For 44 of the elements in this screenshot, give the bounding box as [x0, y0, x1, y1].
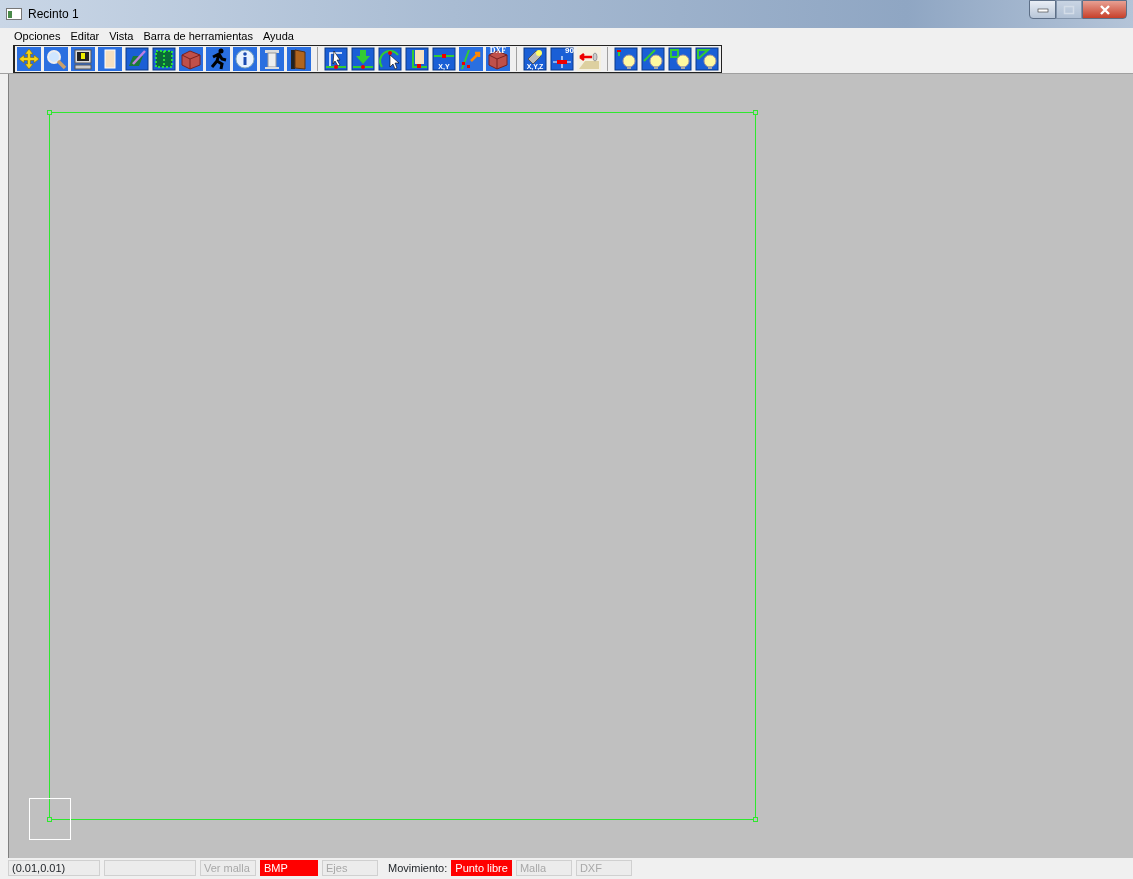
status-field: DXF — [575, 860, 632, 876]
menu-item[interactable]: Editar — [65, 28, 105, 44]
status-field: Punto libre — [451, 860, 512, 876]
minimize-icon — [1036, 6, 1049, 13]
door-icon[interactable] — [287, 46, 311, 71]
page-icon[interactable] — [98, 46, 122, 71]
menu-item[interactable]: Ayuda — [257, 28, 299, 44]
origin-marker — [29, 798, 71, 840]
minimize-button[interactable] — [1029, 0, 1056, 19]
grid-icon[interactable] — [152, 46, 176, 71]
menu-item[interactable]: Barra de herramientas — [138, 28, 258, 44]
column-icon[interactable] — [260, 46, 284, 71]
close-icon — [1098, 4, 1111, 15]
status-field: (0.01,0.01) — [8, 860, 100, 876]
info-icon[interactable] — [233, 46, 257, 71]
arrow-icon[interactable] — [577, 46, 601, 71]
bulb-icon[interactable] — [641, 46, 665, 71]
wall-icon[interactable] — [405, 46, 429, 71]
transform-icon[interactable] — [459, 46, 483, 71]
brick-icon[interactable]: DXF — [486, 46, 510, 71]
menu-item[interactable]: Opciones — [9, 28, 66, 44]
menu-item[interactable]: Vista — [104, 28, 139, 44]
status-field: BMP — [260, 860, 318, 876]
close-button[interactable] — [1082, 0, 1127, 19]
bulb-icon[interactable] — [668, 46, 692, 71]
pointer-icon[interactable] — [324, 46, 348, 71]
status-field: Ejes — [322, 860, 378, 876]
status-field: Ver malla — [200, 860, 256, 876]
brick-icon[interactable] — [179, 46, 203, 71]
rotate-icon[interactable]: 90 — [550, 46, 574, 71]
search-icon[interactable] — [44, 46, 68, 71]
cursor-icon[interactable] — [378, 46, 402, 71]
monitor-icon[interactable] — [71, 46, 95, 71]
window-icon — [6, 8, 22, 20]
window-title: Recinto 1 — [28, 6, 79, 23]
maximize-icon — [1063, 4, 1075, 15]
pencil-icon[interactable] — [125, 46, 149, 71]
bulb-icon[interactable] — [695, 46, 719, 71]
runner-icon[interactable] — [206, 46, 230, 71]
status-field: Malla — [515, 860, 572, 876]
download-icon[interactable] — [351, 46, 375, 71]
move-icon[interactable] — [17, 46, 41, 71]
bulb-icon[interactable] — [614, 46, 638, 71]
status-label: Movimiento: — [388, 860, 448, 876]
